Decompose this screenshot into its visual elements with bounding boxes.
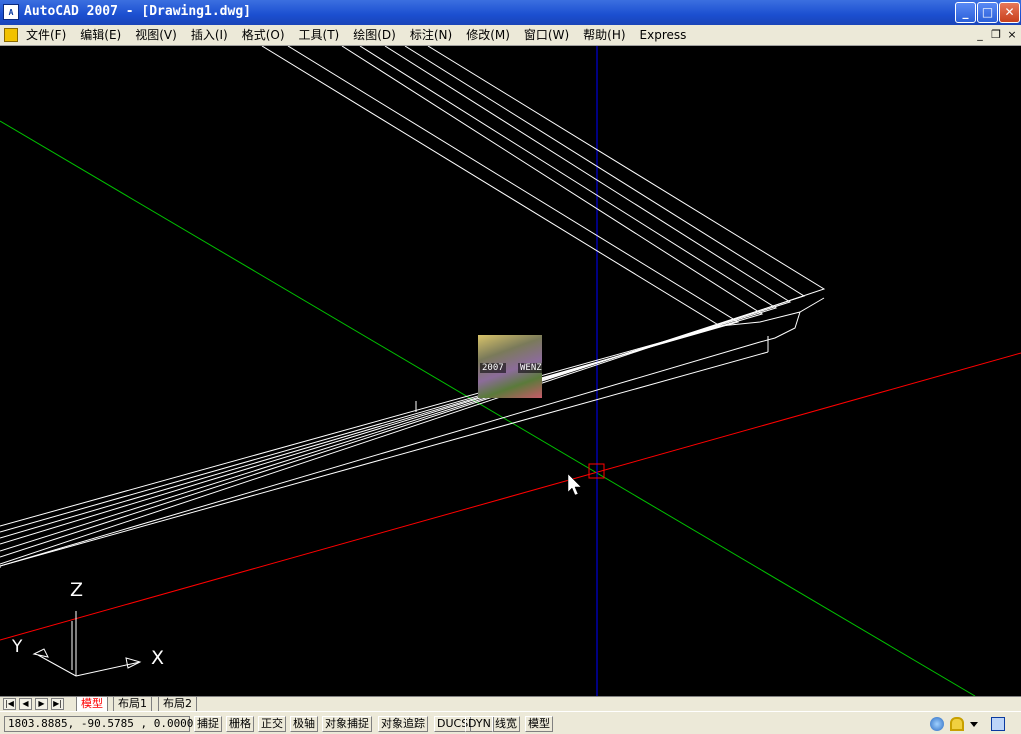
otrack-toggle[interactable]: 对象追踪 xyxy=(378,716,428,732)
lineweight-toggle[interactable]: 线宽 xyxy=(492,716,520,732)
y-axis-line xyxy=(0,120,976,696)
first-tab-button[interactable]: |◀ xyxy=(3,698,16,710)
osnap-toggle[interactable]: 对象捕捉 xyxy=(322,716,372,732)
clean-screen-icon[interactable] xyxy=(991,717,1005,731)
ucs-z-label: Z xyxy=(70,579,83,601)
document-icon[interactable] xyxy=(4,28,18,42)
menu-edit[interactable]: 编辑(E) xyxy=(80,25,128,45)
menu-items: 文件(F) 编辑(E) 视图(V) 插入(I) 格式(O) 工具(T) 绘图(D… xyxy=(26,25,700,45)
title-bar: A AutoCAD 2007 - [Drawing1.dwg] _ □ ✕ xyxy=(0,0,1021,25)
dyn-toggle[interactable]: DYN xyxy=(465,716,494,732)
menu-bar: 文件(F) 编辑(E) 视图(V) 插入(I) 格式(O) 工具(T) 绘图(D… xyxy=(0,25,1021,46)
dropdown-icon[interactable] xyxy=(970,722,978,727)
menu-dimension[interactable]: 标注(N) xyxy=(410,25,459,45)
menu-modify[interactable]: 修改(M) xyxy=(466,25,517,45)
moulding-wireframe xyxy=(0,46,826,568)
doc-minimize-button[interactable]: _ xyxy=(973,28,987,42)
menu-draw[interactable]: 绘图(D) xyxy=(353,25,403,45)
status-bar: 1803.8885, -90.5785 , 0.0000 捕捉 栅格 正交 极轴… xyxy=(0,711,1021,734)
grid-toggle[interactable]: 栅格 xyxy=(226,716,254,732)
snap-toggle[interactable]: 捕捉 xyxy=(194,716,222,732)
doc-restore-button[interactable]: ❐ xyxy=(989,28,1003,42)
lock-icon[interactable] xyxy=(950,717,964,731)
menu-help[interactable]: 帮助(H) xyxy=(583,25,632,45)
tab-model[interactable]: 模型 xyxy=(76,697,108,711)
drawing-viewport[interactable]: Z Y X 2007 WENZ xyxy=(0,46,1021,696)
menu-insert[interactable]: 插入(I) xyxy=(191,25,235,45)
next-tab-button[interactable]: ▶ xyxy=(35,698,48,710)
tab-layout1[interactable]: 布局1 xyxy=(113,697,152,711)
thumbnail-image: 2007 WENZ xyxy=(478,335,544,398)
ucs-x-label: X xyxy=(151,647,164,669)
model-space-toggle[interactable]: 模型 xyxy=(525,716,553,732)
autocad-app-icon[interactable]: A xyxy=(3,4,19,20)
menu-view[interactable]: 视图(V) xyxy=(135,25,184,45)
close-button[interactable]: ✕ xyxy=(999,2,1020,23)
maximize-button[interactable]: □ xyxy=(977,2,998,23)
communication-icon[interactable] xyxy=(930,717,944,731)
menu-file[interactable]: 文件(F) xyxy=(26,25,73,45)
coordinate-display[interactable]: 1803.8885, -90.5785 , 0.0000 xyxy=(4,716,193,732)
menu-window[interactable]: 窗口(W) xyxy=(524,25,576,45)
prev-tab-button[interactable]: ◀ xyxy=(19,698,32,710)
menu-format[interactable]: 格式(O) xyxy=(242,25,292,45)
window-title: AutoCAD 2007 - [Drawing1.dwg] xyxy=(24,4,251,19)
ucs-y-label: Y xyxy=(11,637,23,657)
menu-tools[interactable]: 工具(T) xyxy=(299,25,347,45)
minimize-button[interactable]: _ xyxy=(955,2,976,23)
tab-layout2[interactable]: 布局2 xyxy=(158,697,197,711)
doc-close-button[interactable]: × xyxy=(1005,28,1019,42)
thumbnail-year: 2007 xyxy=(480,363,506,373)
layout-tab-bar: |◀ ◀ ▶ ▶| 模型 布局1 布局2 xyxy=(0,696,1021,711)
last-tab-button[interactable]: ▶| xyxy=(51,698,64,710)
ortho-toggle[interactable]: 正交 xyxy=(258,716,286,732)
thumbnail-name: WENZ xyxy=(518,363,544,373)
polar-toggle[interactable]: 极轴 xyxy=(290,716,318,732)
menu-express[interactable]: Express xyxy=(640,25,694,45)
ucs-icon xyxy=(32,611,142,677)
